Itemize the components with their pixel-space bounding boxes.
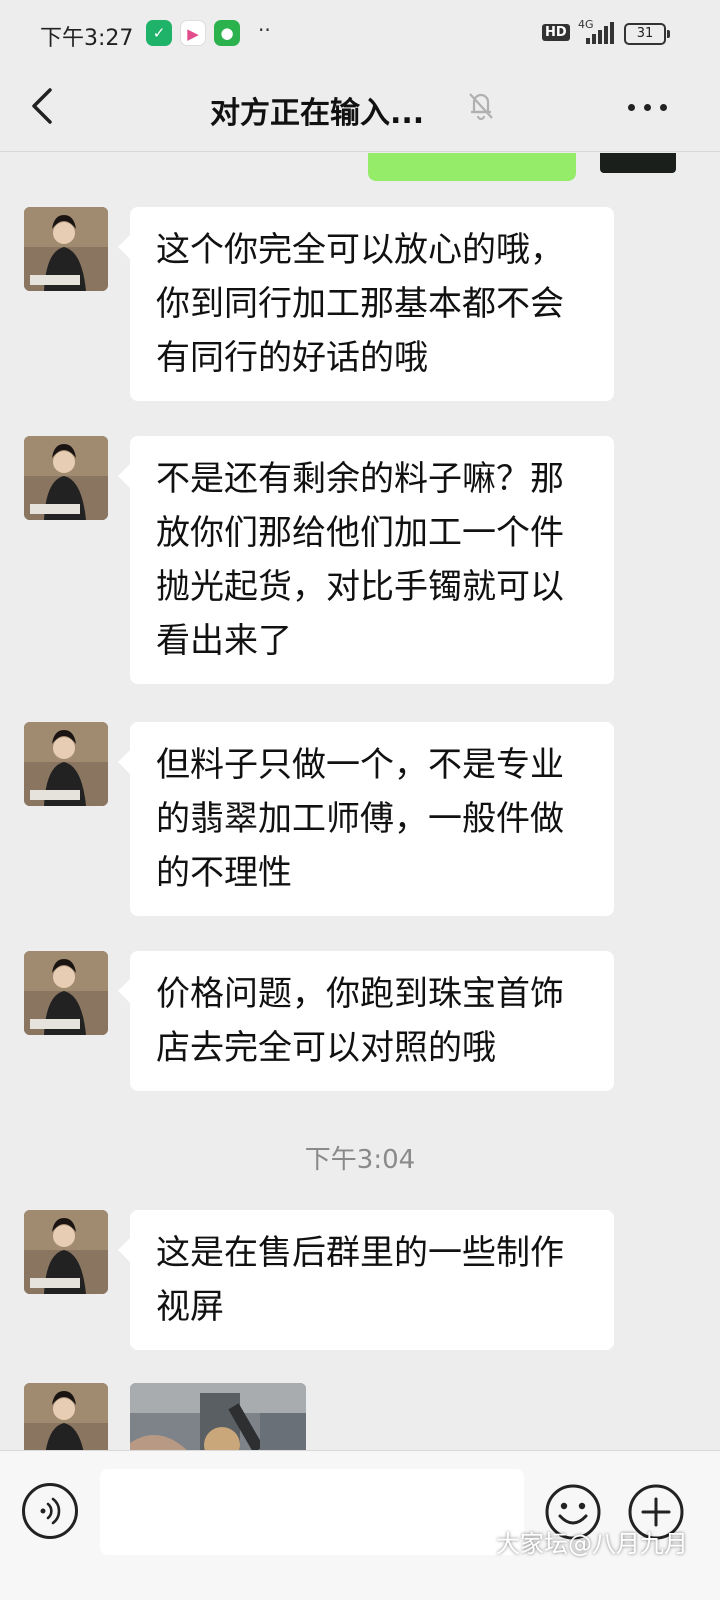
video-app-icon: ▶	[180, 20, 206, 46]
message-bubble[interactable]: 价格问题，你跑到珠宝首饰店去完全可以对照的哦	[118, 951, 614, 1091]
avatar[interactable]	[24, 207, 108, 291]
chat-header: 对方正在输入...	[0, 68, 720, 152]
video-thumbnail[interactable]	[130, 1383, 306, 1450]
own-avatar[interactable]	[600, 153, 676, 173]
more-notifications-icon: ··	[258, 18, 271, 42]
security-app-icon: ✓	[146, 20, 172, 46]
contact-avatar-image	[24, 722, 108, 806]
message-bubble[interactable]: 这个你完全可以放心的哦，你到同行加工那基本都不会有同行的好话的哦	[118, 207, 614, 401]
hd-badge: HD	[542, 24, 570, 41]
page-title: 对方正在输入...	[210, 96, 425, 131]
voice-icon	[40, 1497, 61, 1525]
bell-off-icon	[469, 93, 493, 121]
message-bubble[interactable]: 但料子只做一个，不是专业的翡翠加工师傅，一般件做的不理性	[118, 722, 614, 916]
message-list[interactable]: 这个你完全可以放心的哦，你到同行加工那基本都不会有同行的好话的哦 不是还有剩余的…	[0, 153, 720, 1450]
contact-avatar-image	[24, 951, 108, 1035]
battery-level: 31	[636, 26, 654, 41]
status-bar: 下午3:27 ✓ ▶ ● ·· HD 4G 31	[0, 0, 720, 68]
avatar[interactable]	[24, 1383, 108, 1450]
video-thumbnail-image	[130, 1383, 306, 1450]
voice-button[interactable]	[22, 1483, 78, 1539]
own-message-bubble[interactable]	[368, 153, 576, 181]
watermark: 大家坛@八月九月	[496, 1530, 688, 1558]
status-time: 下午3:27	[40, 26, 134, 51]
contact-avatar-image	[24, 207, 108, 291]
message-bubble[interactable]: 不是还有剩余的料子嘛？那放你们那给他们加工一个件抛光起货，对比手镯就可以看出来了	[118, 436, 614, 684]
avatar[interactable]	[24, 951, 108, 1035]
contact-avatar-image	[24, 1383, 108, 1450]
avatar[interactable]	[24, 1210, 108, 1294]
chevron-left-icon	[32, 88, 52, 124]
contact-avatar-image	[24, 436, 108, 520]
message-input[interactable]	[100, 1469, 524, 1555]
signal-icon	[586, 22, 618, 44]
battery-tip	[667, 30, 670, 38]
time-divider: 下午3:04	[304, 1145, 416, 1175]
back-button[interactable]	[22, 82, 66, 130]
avatar[interactable]	[24, 722, 108, 806]
more-button[interactable]	[620, 88, 676, 128]
avatar[interactable]	[24, 436, 108, 520]
battery-icon: 31	[624, 23, 666, 45]
message-bubble[interactable]: 这是在售后群里的一些制作视屏	[118, 1210, 614, 1350]
wechat-app-icon: ●	[214, 20, 240, 46]
contact-avatar-image	[24, 1210, 108, 1294]
